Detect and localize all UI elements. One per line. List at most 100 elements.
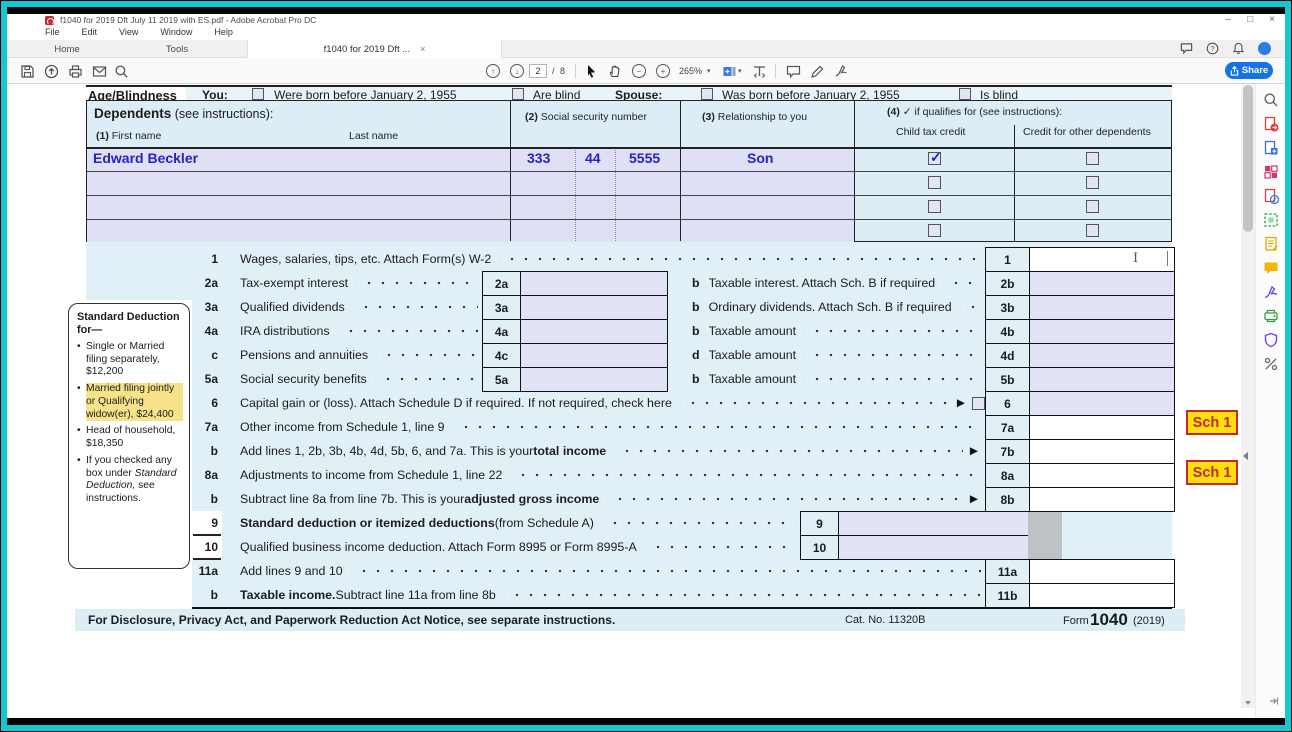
share-button[interactable]: Share — [1225, 62, 1273, 79]
line-11b: b Taxable income. Subtract line 11a from… — [188, 583, 985, 607]
selection-mode-dropdown-icon[interactable]: ▾ — [738, 67, 742, 75]
select-tool-icon[interactable] — [583, 63, 599, 79]
field-3a[interactable] — [520, 295, 668, 320]
dependent-ssn1-field[interactable]: 333 — [527, 150, 550, 166]
edit-pdf-icon[interactable] — [1263, 188, 1279, 204]
menu-file[interactable]: File — [45, 27, 60, 40]
dependent-name-field[interactable]: Edward Beckler — [93, 150, 198, 166]
fill-sign-icon[interactable] — [1263, 284, 1279, 300]
page-fit-icon[interactable] — [751, 63, 767, 79]
tab-close-icon[interactable]: × — [420, 44, 425, 54]
cod-checkbox-row4[interactable] — [1086, 224, 1099, 237]
field-5b[interactable] — [1029, 367, 1175, 392]
field-11b[interactable] — [1029, 583, 1175, 608]
organize-pages-icon[interactable] — [1263, 212, 1279, 228]
print-icon[interactable] — [67, 63, 83, 79]
vertical-scrollbar[interactable] — [1241, 84, 1255, 708]
spouse-born-before-checkbox[interactable] — [701, 88, 713, 100]
field-1[interactable] — [1029, 247, 1175, 272]
tab-document[interactable]: f1040 for 2019 Dft ... × — [247, 40, 502, 58]
field-2a[interactable] — [520, 271, 668, 296]
comment-icon[interactable] — [1263, 260, 1279, 276]
notifications-bell-icon[interactable] — [1232, 42, 1245, 55]
field-2b[interactable] — [1029, 271, 1175, 296]
field-11a[interactable] — [1029, 559, 1175, 584]
field-9[interactable] — [838, 511, 1029, 536]
dependent-ssn3-field[interactable]: 5555 — [629, 150, 660, 166]
menu-window[interactable]: Window — [160, 27, 192, 40]
help-icon[interactable]: ? — [1206, 42, 1219, 55]
menu-view[interactable]: View — [119, 27, 138, 40]
cod-checkbox-row2[interactable] — [1086, 176, 1099, 189]
fill-sign-pencil-icon[interactable] — [809, 63, 825, 79]
minimize-button[interactable]: – — [1226, 14, 1232, 25]
sch1-link-top[interactable]: Sch 1 — [1186, 410, 1238, 435]
ctc-checkbox-row3[interactable] — [928, 200, 941, 213]
field-4a[interactable] — [520, 319, 668, 344]
page-number-input[interactable]: 2 — [529, 64, 547, 78]
save-icon[interactable] — [19, 63, 35, 79]
menu-help[interactable]: Help — [214, 27, 233, 40]
previous-page-icon[interactable]: ↑ — [485, 63, 501, 79]
box-8a: 8a — [985, 463, 1030, 488]
scrollbar-thumb[interactable] — [1243, 85, 1253, 232]
line-4c: c Pensions and annuities — [188, 343, 482, 367]
note-bullet: •Married filing jointly or Qualifying wi… — [77, 383, 183, 421]
search-icon[interactable] — [1263, 92, 1279, 108]
zoom-in-icon[interactable]: + — [655, 63, 671, 79]
line-6-checkbox[interactable] — [972, 397, 985, 410]
user-avatar[interactable] — [1258, 42, 1271, 55]
field-8a[interactable] — [1029, 463, 1175, 488]
scroll-down-arrow-icon[interactable] — [1245, 701, 1251, 705]
title-bar: f1040 for 2019 Dft July 11 2019 with ES.… — [7, 14, 1285, 27]
zoom-dropdown-icon[interactable]: ▾ — [707, 67, 711, 75]
dependent-ssn2-field[interactable]: 44 — [585, 150, 601, 166]
close-button[interactable]: × — [1269, 14, 1275, 25]
you-blind-checkbox[interactable] — [512, 88, 524, 100]
dependent-relationship-field[interactable]: Son — [747, 150, 773, 166]
menu-edit[interactable]: Edit — [82, 27, 98, 40]
tab-home[interactable]: Home — [27, 40, 107, 58]
comment-panel-icon[interactable] — [1180, 42, 1193, 55]
combine-files-icon[interactable] — [1263, 164, 1279, 180]
cod-checkbox-row3[interactable] — [1086, 200, 1099, 213]
field-5a[interactable] — [520, 367, 668, 392]
field-4c[interactable] — [520, 343, 668, 368]
next-page-icon[interactable]: ↓ — [509, 63, 525, 79]
selection-mode-icon[interactable] — [721, 63, 737, 79]
field-4b[interactable] — [1029, 319, 1175, 344]
email-icon[interactable] — [91, 63, 107, 79]
field-8b[interactable] — [1029, 487, 1175, 512]
spouse-blind-checkbox[interactable] — [959, 88, 971, 100]
expand-panel-icon[interactable] — [1268, 694, 1280, 712]
find-icon[interactable] — [113, 63, 129, 79]
scan-ocr-icon[interactable] — [1263, 308, 1279, 324]
you-born-before-checkbox[interactable] — [252, 88, 264, 100]
export-pdf-icon[interactable] — [1263, 116, 1279, 132]
prepare-form-icon[interactable] — [1263, 236, 1279, 252]
field-6[interactable] — [1029, 391, 1175, 416]
hand-tool-icon[interactable] — [607, 63, 623, 79]
zoom-out-icon[interactable]: − — [631, 63, 647, 79]
field-10[interactable] — [838, 535, 1029, 560]
create-pdf-icon[interactable] — [1263, 140, 1279, 156]
cod-checkbox-row1[interactable] — [1086, 152, 1099, 165]
ctc-checkbox-row2[interactable] — [928, 176, 941, 189]
comment-tool-icon[interactable] — [785, 63, 801, 79]
zoom-level[interactable]: 265% — [679, 66, 702, 76]
field-3b[interactable] — [1029, 295, 1175, 320]
sch1-link-bottom[interactable]: Sch 1 — [1186, 460, 1238, 485]
page-separator: / — [552, 66, 555, 76]
protect-icon[interactable] — [1263, 332, 1279, 348]
maximize-button[interactable]: □ — [1247, 14, 1253, 25]
box-6: 6 — [985, 391, 1030, 416]
ctc-checkbox-row4[interactable] — [928, 224, 941, 237]
tab-tools[interactable]: Tools — [137, 40, 217, 58]
field-7b[interactable] — [1029, 439, 1175, 464]
field-7a[interactable] — [1029, 415, 1175, 440]
field-4d[interactable] — [1029, 343, 1175, 368]
collapse-panel-arrow-icon[interactable] — [1243, 452, 1248, 460]
more-tools-icon[interactable] — [1263, 356, 1279, 372]
signature-icon[interactable] — [833, 63, 849, 79]
cloud-upload-icon[interactable] — [43, 63, 59, 79]
